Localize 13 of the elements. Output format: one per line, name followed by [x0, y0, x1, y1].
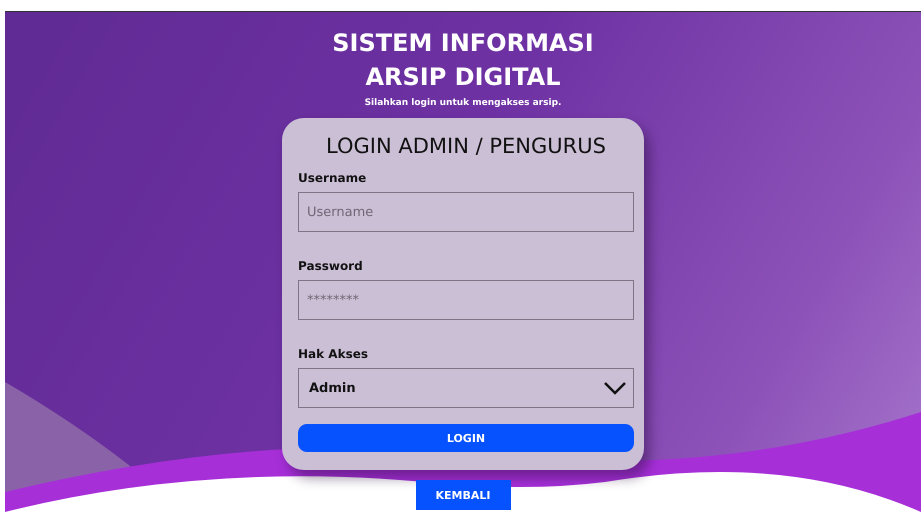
app-title: ARSIP DIGITAL [365, 62, 561, 93]
app-title: SISTEM INFORMASI [332, 28, 594, 59]
back-button[interactable]: KEMBALI [416, 480, 510, 510]
field-label: Hak Akses [298, 346, 369, 362]
username-field[interactable]: Username [298, 192, 634, 232]
field-label: Password [298, 258, 364, 274]
subtitle: Silahkan login untuk mengakses arsip. [364, 97, 562, 110]
login-button[interactable]: LOGIN [298, 424, 634, 452]
chevron-down-icon [603, 381, 627, 395]
card-title: LOGIN ADMIN / PENGURUS [325, 133, 607, 160]
password-field[interactable]: ******** [298, 280, 634, 320]
field-label: Username [298, 170, 368, 186]
access-dropdown[interactable]: Admin [298, 368, 634, 408]
